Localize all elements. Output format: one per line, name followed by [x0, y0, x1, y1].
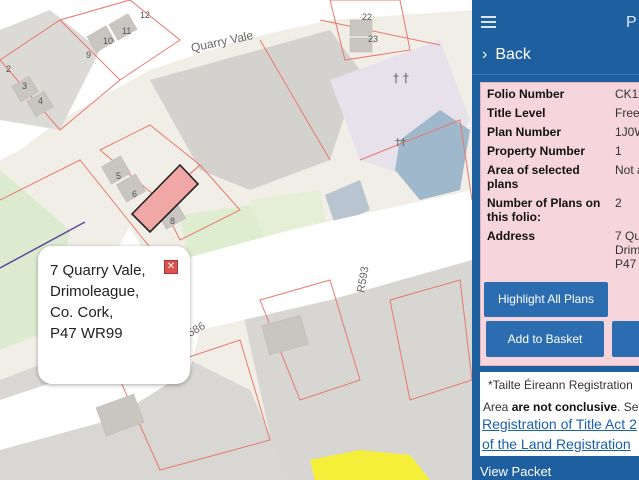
popup-line: Co. Cork, [50, 304, 114, 321]
field-label: Number of Plans on this folio: [487, 196, 601, 224]
field-label: Area of selected plans [487, 163, 580, 191]
svg-text:† †: † † [393, 71, 409, 85]
field-value: Not a [615, 163, 639, 177]
popup-line: 7 Quarry Vale, [50, 262, 146, 279]
note-text: Area [483, 400, 512, 414]
field-value: 1 [615, 144, 622, 158]
table-row: Plan Number 1J0W [487, 125, 639, 144]
field-value: 2 [615, 196, 622, 210]
field-label: Title Level [487, 106, 546, 120]
house-number: 11 [122, 26, 131, 36]
popup-line: Drimoleague, [50, 283, 140, 300]
table-row: Folio Number CK11 [487, 87, 639, 106]
house-number: 10 [103, 36, 113, 46]
highlight-all-plans-button[interactable]: Highlight All Plans [484, 282, 608, 317]
chevron-right-icon: › [482, 46, 488, 63]
bottom-panel-text[interactable]: View Packet [480, 464, 551, 479]
map-view[interactable]: † † †† Quarry Vale R593 586 12 11 10 9 2… [0, 0, 472, 480]
note-line: *Tailte Éireann Registration [488, 378, 633, 392]
add-to-basket-button[interactable]: Add to Basket [486, 321, 604, 357]
field-value: CK11 [615, 87, 639, 101]
note-line: Area are not conclusive. Se [483, 400, 638, 414]
land-registration-link[interactable]: of the Land Registration [482, 436, 631, 452]
hamburger-menu-icon[interactable] [481, 16, 496, 28]
field-value: Freeh [615, 106, 639, 120]
field-label: Plan Number [487, 125, 562, 139]
house-number: 4 [38, 96, 43, 106]
address-popup: 7 Quarry Vale, Drimoleague, Co. Cork, P4… [38, 246, 190, 384]
divider [472, 74, 639, 75]
field-value: 1J0W [615, 125, 639, 139]
back-label: Back [495, 46, 531, 63]
popup-address: 7 Quarry Vale, Drimoleague, Co. Cork, P4… [50, 260, 146, 344]
table-row: Address 7 Qua Drimo P47 W [487, 229, 639, 271]
table-row: Area of selected plans Not a [487, 163, 639, 196]
note-text: . Se [617, 400, 639, 414]
table-row: Property Number 1 [487, 144, 639, 163]
note-bold: are not conclusive [511, 400, 618, 414]
side-panel: P › Back Folio Number CK11 Title Level Free… [472, 0, 639, 480]
secondary-action-button[interactable] [612, 321, 639, 357]
registration-act-link[interactable]: Registration of Title Act 2 [482, 416, 637, 432]
panel-title: P [626, 14, 637, 31]
map-canvas[interactable]: † † †† Quarry Vale R593 586 12 11 10 9 2… [0, 0, 472, 480]
back-button[interactable]: › Back [482, 46, 531, 64]
folio-table: Folio Number CK11 Title Level Freeh Plan N… [487, 87, 639, 271]
svg-text:††: †† [395, 136, 407, 149]
popup-line: P47 WR99 [50, 325, 123, 342]
close-icon[interactable]: ✕ [164, 260, 178, 274]
house-number: 3 [22, 81, 27, 91]
field-label: Folio Number [487, 87, 565, 101]
field-label: Property Number [487, 144, 586, 158]
house-number: 12 [140, 10, 150, 20]
house-number: 6 [132, 189, 137, 199]
table-row: Title Level Freeh [487, 106, 639, 125]
house-number: 23 [368, 34, 378, 44]
house-number: 9 [86, 50, 91, 60]
popup-tail [118, 226, 142, 248]
registration-note: *Tailte Éireann Registration Area are no… [480, 372, 639, 456]
house-number: 22 [362, 12, 372, 22]
house-number: 2 [6, 64, 11, 74]
field-label: Address [487, 229, 536, 243]
field-value: 7 Qua Drimo P47 W [615, 229, 639, 271]
house-number: 8 [170, 216, 175, 226]
house-number: 5 [116, 171, 121, 181]
table-row: Number of Plans on this folio: 2 [487, 196, 639, 229]
